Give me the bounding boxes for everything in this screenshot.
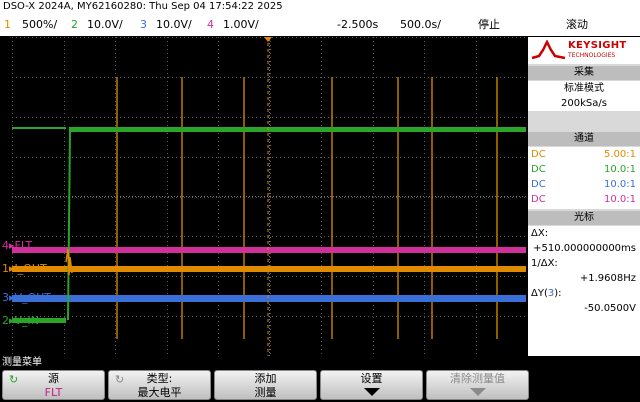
ch2-trace-high (69, 127, 526, 132)
graticule (12, 37, 528, 357)
brand-sub: TECHNOLOGIES (568, 52, 616, 59)
acquire-mode: 标准模式 (564, 83, 604, 94)
type-softkey[interactable]: ↻ 类型: 最大电平 (108, 370, 211, 400)
acquire-panel: 标准模式 200kSa/s (528, 81, 640, 111)
ch1-ground-marker[interactable]: 1▸I_OUT (2, 262, 47, 275)
time-scale[interactable]: 500.0s/ (400, 14, 441, 36)
source-value: FLT (44, 386, 63, 399)
cursor-panel: ΔX: +510.000000000ms 1/ΔX: +1.9608Hz ΔY(… (528, 226, 640, 356)
probe-row-ch2: DC 10.0:1 (531, 164, 636, 175)
probe-panel: DC 5.00:1 DC 10.0:1 DC 10.0:1 DC 10.0:1 (528, 147, 640, 209)
waveform-display (12, 37, 528, 357)
type-value: 最大电平 (137, 386, 182, 399)
ch3-scale[interactable]: 10.0V/ (156, 14, 192, 36)
source-softkey[interactable]: ↻ 源 FLT (2, 370, 105, 400)
submenu-arrow-icon (364, 388, 380, 396)
ch3-number: 3 (140, 18, 147, 31)
keysight-wave-icon (531, 40, 566, 60)
dy-label-row: ΔY(3): (528, 286, 640, 301)
brand-name: KEYSIGHT (568, 40, 627, 51)
ch2-trace-rise (67, 129, 71, 321)
inv-dx-label-row: 1/ΔX: (528, 256, 640, 271)
ch3-ground-marker[interactable]: 3▸V_OUT (2, 291, 51, 304)
dy-value: -50.0500V (584, 303, 636, 314)
probe-row-ch4: DC 10.0:1 (531, 194, 636, 205)
ch1-trace (12, 266, 526, 272)
ch4-number: 4 (207, 18, 214, 31)
ch1-number: 1 (4, 18, 11, 31)
cursor-header[interactable]: 光标 (528, 211, 640, 225)
settings-label: 设置 (360, 372, 383, 385)
type-label: 类型: (146, 372, 173, 385)
ch4-trace (12, 247, 526, 253)
dx-label-row: ΔX: (528, 226, 640, 241)
trigger-mode: 滚动 (566, 18, 588, 31)
time-delay[interactable]: -2.500s (337, 14, 378, 36)
window-title: DSO-X 2024A, MY62160280: Thu Sep 04 17:5… (0, 0, 640, 14)
keysight-logo: KEYSIGHT TECHNOLOGIES (528, 37, 640, 64)
info-sidebar: KEYSIGHT TECHNOLOGIES 采集 标准模式 200kSa/s 通… (528, 37, 640, 356)
clear-label: 清除测量值 (450, 372, 505, 385)
dx-value: +510.000000000ms (533, 243, 636, 254)
inv-dx-value: +1.9608Hz (579, 273, 636, 284)
ch2-scale[interactable]: 10.0V/ (87, 14, 123, 36)
inv-dx-value-row: +1.9608Hz (528, 271, 640, 286)
ch2-ground-marker[interactable]: 2▸V_IN (2, 314, 39, 327)
add-label: 添加 (254, 372, 277, 385)
settings-softkey[interactable]: 设置 (320, 370, 423, 400)
add-measurement-softkey[interactable]: 添加 测量 (214, 370, 317, 400)
softkey-menu: 测量菜单 ↻ 源 FLT ↻ 类型: 最大电平 添加 测量 设置 清除测量值 (0, 356, 640, 402)
inv-dx-label: 1/ΔX: (531, 258, 558, 269)
dy-value-row: -50.0500V (528, 301, 640, 316)
submenu-arrow-icon (470, 388, 486, 396)
source-label: 源 (48, 372, 59, 385)
channels-header[interactable]: 通道 (528, 132, 640, 146)
dy-label: ΔY(3): (531, 288, 562, 299)
add-value: 测量 (254, 386, 277, 399)
probe-row-ch3: DC 10.0:1 (531, 179, 636, 190)
dx-value-row: +510.000000000ms (528, 241, 640, 256)
clear-measurements-softkey[interactable]: 清除测量值 (426, 370, 529, 400)
ch4-ground-marker[interactable]: 4▸FLT (2, 239, 32, 252)
ch3-trace (12, 295, 526, 302)
waveform-grid[interactable]: 4▸FLT 1▸I_OUT 3▸V_OUT 2▸V_IN (2, 37, 528, 357)
acquire-header[interactable]: 采集 (528, 66, 640, 80)
channel-status-bar: 1 500%/ 2 10.0V/ 3 10.0V/ 4 1.00V/ -2.50… (0, 14, 640, 36)
menu-title: 测量菜单 (2, 357, 42, 368)
ch2-number: 2 (71, 18, 78, 31)
dx-label: ΔX: (531, 228, 549, 239)
probe-row-ch1: DC 5.00:1 (531, 149, 636, 160)
sample-rate: 200kSa/s (561, 98, 607, 109)
run-state: 停止 (478, 18, 500, 31)
ch4-scale[interactable]: 1.00V/ (223, 14, 259, 36)
ch1-scale[interactable]: 500%/ (22, 14, 57, 36)
